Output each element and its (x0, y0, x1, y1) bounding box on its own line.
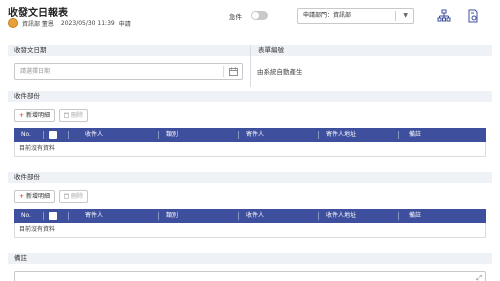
status-badge: 申請 (118, 20, 131, 28)
trash-icon (64, 193, 69, 199)
col-recipient: 收件人 (246, 212, 265, 219)
add-detail-label: 新增明細 (26, 112, 51, 119)
col-sender: 寄件人 (246, 131, 265, 138)
delete-label: 刪除 (71, 193, 84, 200)
received-table-header: No. 收件人 類別 寄件人 寄件人地址 備註 (14, 128, 486, 142)
header-meta: 資訊部 董恩 2023/05/30 11:39 申請 (8, 18, 131, 28)
delete-button[interactable]: 刪除 (59, 190, 89, 203)
input-divider (223, 66, 224, 77)
col-remarks: 備註 (409, 212, 422, 219)
empty-text: 目前沒有資料 (19, 226, 56, 233)
sent-table-header: No. 寄件人 類別 收件人 收件人地址 備註 (14, 209, 486, 223)
sent-section-label: 收件部份 (14, 173, 40, 181)
page-title: 收發文日報表 (8, 8, 68, 19)
chevron-down-icon: ▼ (403, 12, 408, 19)
add-detail-button[interactable]: + 新增明細 (14, 109, 56, 122)
toggle-knob (252, 12, 259, 19)
col-divider (238, 131, 239, 139)
datetime: 2023/05/30 11:39 (60, 19, 115, 27)
col-no: No. (21, 212, 31, 219)
col-divider (398, 212, 399, 220)
document-settings-icon[interactable] (466, 9, 480, 23)
notes-section-label: 備註 (14, 254, 27, 262)
delete-button[interactable]: 刪除 (59, 109, 89, 122)
delete-label: 刪除 (71, 112, 84, 119)
empty-text: 目前沒有資料 (19, 145, 56, 152)
plus-icon: + (19, 112, 25, 119)
col-category: 類別 (166, 131, 179, 138)
notes-section-header: 備註 (8, 253, 492, 264)
col-divider (318, 131, 319, 139)
select-all-checkbox[interactable] (49, 131, 57, 139)
org-chart-icon[interactable] (437, 9, 451, 23)
col-divider (238, 212, 239, 220)
received-table-empty-row: 目前沒有資料 (14, 142, 486, 157)
col-remarks: 備註 (409, 131, 422, 138)
urgent-label: 急件 (229, 13, 242, 21)
add-detail-button[interactable]: + 新增明細 (14, 190, 56, 203)
col-recipient: 收件人 (85, 131, 104, 138)
form-no-value: 由系統自動產生 (257, 68, 303, 76)
col-divider (158, 131, 159, 139)
sent-section-header: 收件部份 (8, 172, 492, 183)
add-detail-label: 新增明細 (26, 193, 51, 200)
sent-table-empty-row: 目前沒有資料 (14, 223, 486, 238)
select-divider (395, 11, 396, 21)
col-sender-address: 寄件人地址 (326, 131, 357, 138)
department-select-value: 申請部門：資訊部 (303, 12, 352, 19)
form-no-label: 表單編號 (258, 46, 284, 54)
department-select[interactable]: 申請部門：資訊部 ▼ (297, 8, 414, 24)
avatar (8, 18, 18, 28)
select-all-checkbox[interactable] (49, 212, 57, 220)
plus-icon: + (19, 193, 25, 200)
col-recipient-address: 收件人地址 (326, 212, 357, 219)
col-divider (68, 131, 69, 139)
col-divider (318, 212, 319, 220)
col-category: 類別 (166, 212, 179, 219)
col-divider (158, 212, 159, 220)
col-divider (398, 131, 399, 139)
calendar-icon[interactable] (229, 67, 238, 76)
user-name: 資訊部 董恩 (22, 20, 54, 28)
section-divider (250, 45, 251, 87)
notes-textarea[interactable]: ⤢ (14, 271, 486, 281)
trash-icon (64, 112, 69, 118)
col-divider (43, 131, 44, 139)
col-no: No. (21, 131, 31, 138)
received-section-label: 收件部份 (14, 92, 40, 100)
date-placeholder: 請選擇日期 (20, 68, 51, 75)
date-input[interactable]: 請選擇日期 (14, 63, 243, 80)
date-label: 收發文日期 (14, 46, 47, 54)
expand-icon[interactable]: ⤢ (476, 274, 482, 281)
col-sender: 寄件人 (85, 212, 104, 219)
received-section-header: 收件部份 (8, 91, 492, 102)
col-divider (68, 212, 69, 220)
col-divider (43, 212, 44, 220)
urgent-toggle[interactable] (251, 11, 268, 20)
